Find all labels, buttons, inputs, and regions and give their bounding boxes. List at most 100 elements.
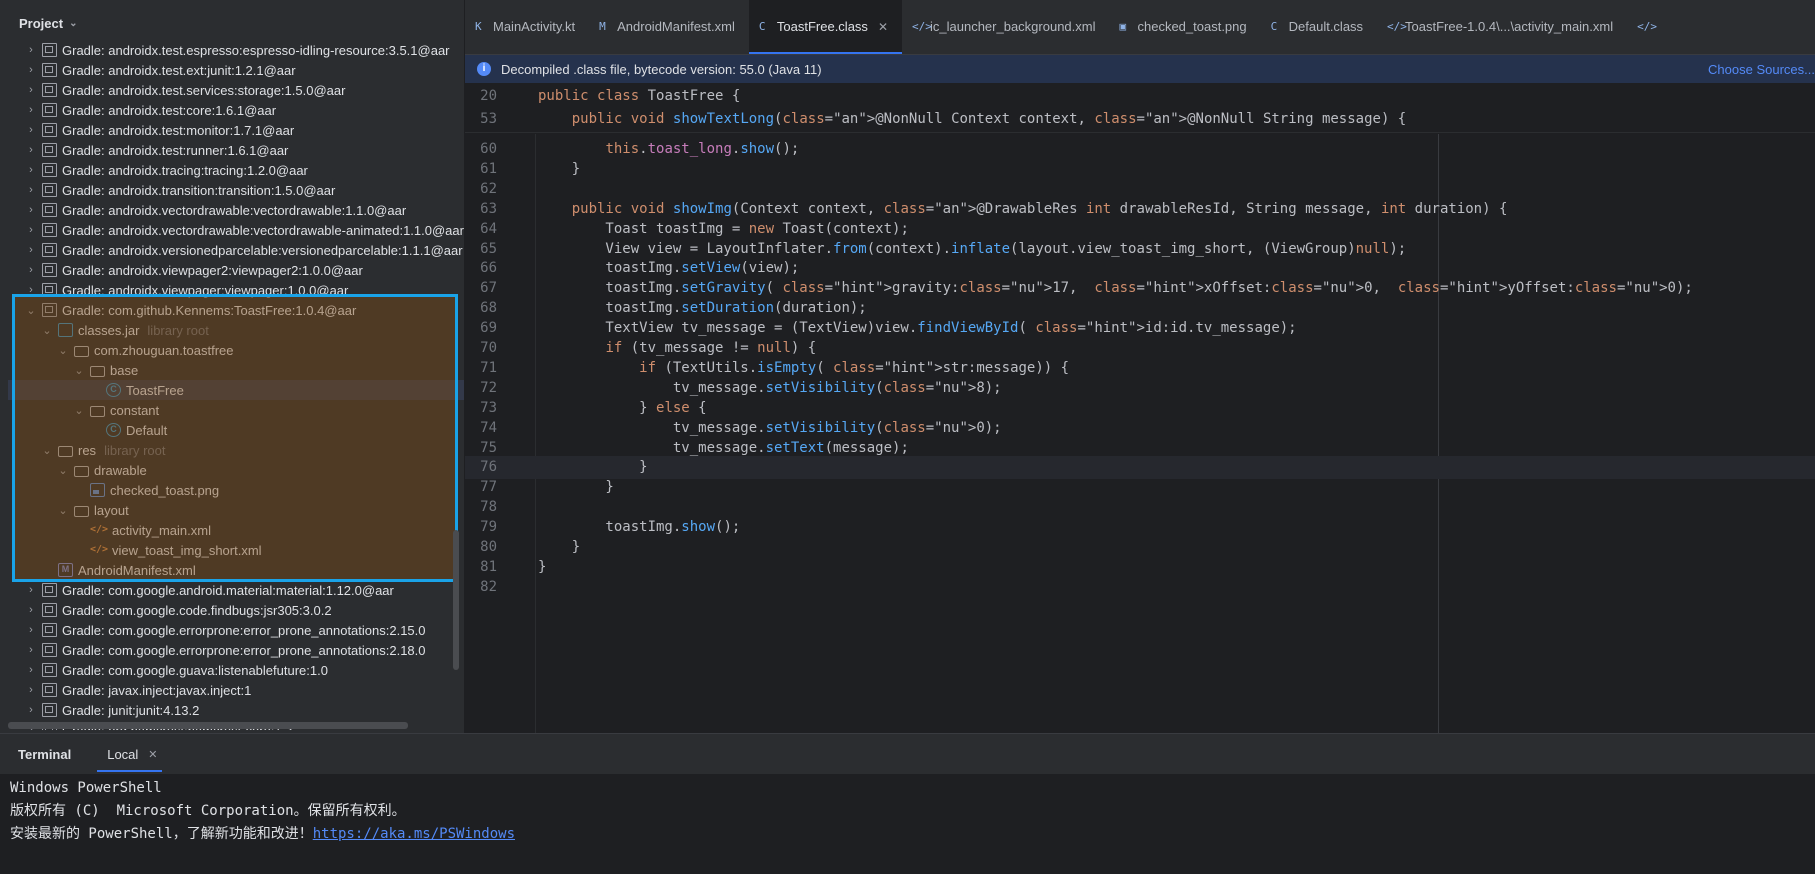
chevron-down-icon[interactable]: ⌄ <box>40 444 54 457</box>
code-view[interactable]: 60 this.toast_long.show(); 61 } 62 63 publi… <box>465 134 1815 733</box>
ide-window: Project ⌄ › Gradle: androidx.test.espress… <box>0 0 1815 874</box>
chevron-down-icon[interactable]: ⌄ <box>56 344 70 357</box>
chevron-right-icon[interactable]: › <box>24 584 38 596</box>
chevron-down-icon[interactable]: ⌄ <box>72 364 86 377</box>
tree-item[interactable]: › Gradle: androidx.test.ext:junit:1.2.1@a… <box>8 60 464 80</box>
editor-tab[interactable]: C ToastFree.class ✕ <box>748 0 903 54</box>
tree-item[interactable]: › Gradle: androidx.viewpager:viewpager:1.… <box>8 280 464 300</box>
chevron-right-icon[interactable]: › <box>24 124 38 136</box>
tree-item[interactable]: ⌄ Gradle: com.github.Kennems:ToastFree:1.… <box>8 300 464 320</box>
close-icon[interactable]: ✕ <box>878 20 888 34</box>
chevron-down-icon[interactable]: ⌄ <box>72 404 86 417</box>
library-icon <box>42 123 57 137</box>
chevron-right-icon[interactable]: › <box>24 184 38 196</box>
chevron-right-icon[interactable]: › <box>24 704 38 716</box>
chevron-right-icon[interactable]: › <box>24 44 38 56</box>
chevron-down-icon: ⌄ <box>69 17 78 29</box>
editor-tab[interactable]: </> <box>1627 0 1669 54</box>
tree-item[interactable]: ›</>view_toast_img_short.xml <box>8 540 464 560</box>
chevron-down-icon[interactable]: ⌄ <box>24 304 38 317</box>
chevron-right-icon[interactable]: › <box>24 284 38 296</box>
tree-item[interactable]: ⌄ base <box>8 360 464 380</box>
tree-horizontal-scrollbar[interactable] <box>8 722 408 729</box>
folder-icon <box>74 465 89 477</box>
tree-item-label: layout <box>94 502 129 518</box>
tree-item-label: Gradle: com.google.code.findbugs:jsr305:… <box>62 602 332 618</box>
tree-item[interactable]: ⌄ layout <box>8 500 464 520</box>
tree-item[interactable]: › Gradle: androidx.viewpager2:viewpager2:… <box>8 260 464 280</box>
tab-local[interactable]: Local <box>97 747 163 772</box>
tree-item[interactable]: › Gradle: javax.inject:javax.inject:1 <box>8 680 464 700</box>
tree-item[interactable]: ›MAndroidManifest.xml <box>8 560 464 580</box>
editor-tab[interactable]: M AndroidManifest.xml <box>589 0 749 54</box>
tab-label: ic_launcher_background.xml <box>930 19 1096 34</box>
chevron-right-icon[interactable]: › <box>24 604 38 616</box>
editor-tab[interactable]: K MainActivity.kt <box>465 0 589 54</box>
chevron-down-icon[interactable]: ⌄ <box>40 324 54 337</box>
choose-sources-link[interactable]: Choose Sources... <box>1708 62 1815 77</box>
tree-item[interactable]: › Gradle: androidx.test:runner:1.6.1@aar <box>8 140 464 160</box>
chevron-right-icon[interactable]: › <box>24 164 38 176</box>
tree-item[interactable]: › Gradle: com.google.guava:listenablefutu… <box>8 660 464 680</box>
tree-item[interactable]: ⌄ drawable <box>8 460 464 480</box>
tree-item[interactable]: › Gradle: androidx.test.services:storage:… <box>8 80 464 100</box>
tree-item[interactable]: ›checked_toast.png <box>8 480 464 500</box>
close-icon[interactable]: ✕ <box>148 748 157 761</box>
editor-tab[interactable]: ▣ checked_toast.png <box>1109 0 1260 54</box>
chevron-right-icon[interactable]: › <box>24 144 38 156</box>
terminal-output[interactable]: Windows PowerShell 版权所有 (C) Microsoft Cor… <box>0 774 1815 849</box>
editor-tab[interactable]: C Default.class <box>1261 0 1377 54</box>
tree-item-label: Gradle: com.google.errorprone:error_pron… <box>62 622 426 638</box>
chevron-right-icon[interactable]: › <box>24 224 38 236</box>
terminal-line: 安装最新的 PowerShell，了解新功能和改进！https://aka.ms… <box>10 823 1805 846</box>
chevron-right-icon[interactable]: › <box>24 64 38 76</box>
tree-item-label: Gradle: javax.inject:javax.inject:1 <box>62 682 252 698</box>
tree-item[interactable]: ›</>activity_main.xml <box>8 520 464 540</box>
library-icon <box>42 643 57 657</box>
tree-item[interactable]: ⌄ constant <box>8 400 464 420</box>
chevron-down-icon[interactable]: ⌄ <box>56 504 70 517</box>
file-type-icon: K <box>475 20 482 33</box>
chevron-right-icon[interactable]: › <box>24 684 38 696</box>
chevron-right-icon[interactable]: › <box>24 664 38 676</box>
tree-item[interactable]: ⌄ com.zhouguan.toastfree <box>8 340 464 360</box>
tree-item[interactable]: ⌄ res library root <box>8 440 464 460</box>
tree-item-label: com.zhouguan.toastfree <box>94 342 234 358</box>
chevron-right-icon[interactable]: › <box>24 624 38 636</box>
editor-tab[interactable]: </> ToastFree-1.0.4\...\activity_main.xml <box>1377 0 1627 54</box>
xml-file-icon: </> <box>90 544 109 555</box>
chevron-right-icon[interactable]: › <box>24 644 38 656</box>
tree-item[interactable]: › Gradle: androidx.vectordrawable:vectord… <box>8 200 464 220</box>
tree-item[interactable]: › Gradle: androidx.test.espresso:espresso… <box>8 40 464 60</box>
chevron-right-icon[interactable]: › <box>24 244 38 256</box>
tree-item[interactable]: ›CDefault <box>8 420 464 440</box>
tree-item[interactable]: › Gradle: androidx.vectordrawable:vectord… <box>8 220 464 240</box>
tree-item[interactable]: › Gradle: androidx.versionedparcelable:ve… <box>8 240 464 260</box>
tree-item-label: view_toast_img_short.xml <box>112 542 262 558</box>
tree-item[interactable]: › Gradle: androidx.test:monitor:1.7.1@aar <box>8 120 464 140</box>
tree-item[interactable]: › Gradle: com.google.android.material:mat… <box>8 580 464 600</box>
tree-item[interactable]: › Gradle: com.google.errorprone:error_pro… <box>8 640 464 660</box>
tree-item[interactable]: › Gradle: androidx.transition:transition:… <box>8 180 464 200</box>
tree-item[interactable]: › Gradle: androidx.test:core:1.6.1@aar <box>8 100 464 120</box>
tree-item[interactable]: ›CToastFree <box>8 380 464 400</box>
editor-tab[interactable]: </> ic_launcher_background.xml <box>902 0 1109 54</box>
chevron-right-icon[interactable]: › <box>24 84 38 96</box>
library-icon <box>42 103 57 117</box>
tree-item[interactable]: › Gradle: com.google.code.findbugs:jsr305… <box>8 600 464 620</box>
library-icon <box>42 283 57 297</box>
tree-item[interactable]: › Gradle: androidx.tracing:tracing:1.2.0@… <box>8 160 464 180</box>
chevron-down-icon[interactable]: ⌄ <box>56 464 70 477</box>
tree-item-label: base <box>110 362 139 378</box>
library-icon <box>42 203 57 217</box>
tree-item-label: Gradle: androidx.tracing:tracing:1.2.0@a… <box>62 162 308 178</box>
powershell-link[interactable]: https://aka.ms/PSWindows <box>313 826 515 842</box>
tree-vertical-scrollbar[interactable] <box>453 530 459 670</box>
tree-item[interactable]: ⌄ classes.jar library root <box>8 320 464 340</box>
tree-item[interactable]: › Gradle: com.google.errorprone:error_pro… <box>8 620 464 640</box>
library-icon <box>42 223 57 237</box>
chevron-right-icon[interactable]: › <box>24 104 38 116</box>
chevron-right-icon[interactable]: › <box>24 264 38 276</box>
tree-item[interactable]: › Gradle: junit:junit:4.13.2 <box>8 700 464 720</box>
chevron-right-icon[interactable]: › <box>24 204 38 216</box>
